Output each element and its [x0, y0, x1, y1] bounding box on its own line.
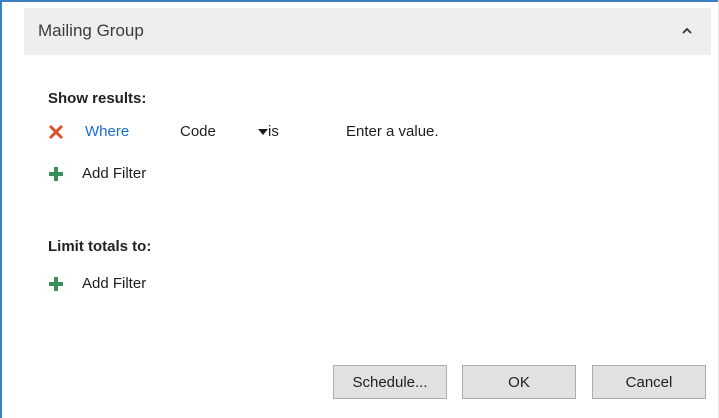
add-filter-label: Add Filter — [82, 275, 147, 292]
field-dropdown[interactable]: Code — [180, 123, 280, 141]
field-value: Code — [180, 123, 216, 140]
section-title: Mailing Group — [38, 21, 144, 40]
top-border — [2, 0, 718, 8]
caret-down-icon — [258, 129, 268, 135]
ok-button[interactable]: OK — [462, 365, 576, 399]
cancel-button[interactable]: Cancel — [592, 365, 706, 399]
request-page-window: Mailing Group Show results: Where Code i… — [0, 0, 719, 418]
section-header-mailing-group[interactable]: Mailing Group — [24, 8, 711, 55]
filter-row: Where Code is Enter a value. — [48, 120, 688, 144]
limit-totals-label: Limit totals to: — [48, 238, 152, 255]
plus-icon — [49, 277, 63, 291]
chevron-up-icon[interactable] — [681, 26, 693, 36]
operator-label: is — [268, 123, 279, 140]
add-filter-label: Add Filter — [82, 165, 147, 182]
schedule-button[interactable]: Schedule... — [333, 365, 447, 399]
where-link[interactable]: Where — [85, 123, 129, 140]
close-icon[interactable] — [48, 124, 64, 140]
show-results-label: Show results: — [48, 90, 147, 107]
plus-icon — [49, 167, 63, 181]
filter-value-input[interactable]: Enter a value. — [346, 123, 439, 140]
